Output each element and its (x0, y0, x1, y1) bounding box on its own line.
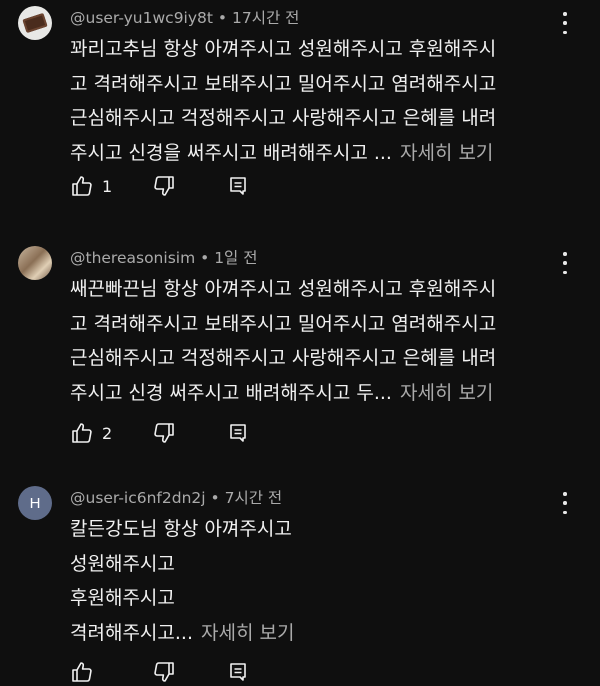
comment-line: 칼든강도님 항상 아껴주시고 (70, 518, 292, 540)
comment-meta: @user-ic6nf2dn2j • 7시간 전 (70, 486, 282, 508)
dislike-icon (154, 176, 174, 196)
comment-actions: 1 (70, 174, 270, 198)
read-more-link[interactable]: 자세히 보기 (400, 142, 493, 164)
comment-text: 쌔끈빠끈님 항상 아껴주시고 성원해주시고 후원해주시 고 격려해주시고 보태주… (70, 272, 565, 410)
reply-button[interactable] (226, 421, 250, 445)
read-more-link[interactable]: 자세히 보기 (201, 622, 294, 644)
dislike-icon (154, 423, 174, 443)
comment-line: 근심해주시고 걱정해주시고 사랑해주시고 은혜를 내려 (70, 347, 497, 369)
comment-line-text: 주시고 신경을 써주시고 배려해주시고 ... (70, 141, 392, 164)
dislike-button[interactable] (152, 421, 176, 445)
avatar[interactable]: H (18, 486, 52, 520)
author-handle[interactable]: @thereasonisim (70, 249, 195, 267)
comment-time[interactable]: 7시간 전 (225, 489, 283, 507)
comment-line: 고 격려해주시고 보태주시고 밀어주시고 염려해주시고 (70, 72, 497, 95)
comment-line: 고 격려해주시고 보태주시고 밀어주시고 염려해주시고 (70, 312, 497, 335)
avatar-letter: H (29, 494, 41, 512)
comment-line-text: 주시고 신경 써주시고 배려해주시고 두... (70, 381, 392, 404)
meta-separator: • (195, 249, 215, 267)
comment-actions: 2 (70, 421, 270, 445)
comment-line-last: 주시고 신경을 써주시고 배려해주시고 ... 자세히 보기 (70, 136, 565, 171)
comment-text: 칼든강도님 항상 아껴주시고 성원해주시고 후원해주시고 격려해주시고... 자세… (70, 512, 565, 650)
like-button[interactable]: 2 (70, 421, 112, 445)
dislike-icon (154, 662, 174, 682)
reply-button[interactable] (226, 660, 250, 684)
like-count: 1 (102, 176, 113, 196)
comment-line-last: 주시고 신경 써주시고 배려해주시고 두... 자세히 보기 (70, 376, 565, 411)
meta-separator: • (212, 9, 232, 27)
reply-icon (230, 424, 246, 442)
comment-line-text: 격려해주시고... (70, 621, 193, 644)
comment-actions (70, 660, 270, 684)
like-button[interactable]: 1 (70, 174, 112, 198)
like-icon (72, 423, 92, 443)
avatar[interactable] (18, 6, 52, 40)
more-vert-icon[interactable] (558, 492, 572, 514)
reply-icon (230, 663, 246, 681)
read-more-link[interactable]: 자세히 보기 (400, 382, 493, 404)
comment-thread: @thereasonisim • 1일 전 쌔끈빠끈님 항상 아껴주시고 성원해… (0, 246, 600, 446)
avatar[interactable] (18, 246, 52, 280)
comment-line: 쌔끈빠끈님 항상 아껴주시고 성원해주시고 후원해주시 (70, 278, 497, 300)
like-count: 2 (102, 423, 113, 443)
comment-line: 꽈리고추님 항상 아껴주시고 성원해주시고 후원해주시 (70, 38, 497, 60)
dislike-button[interactable] (152, 174, 176, 198)
like-icon (72, 176, 92, 196)
like-button[interactable] (70, 660, 102, 684)
comment-line: 후원해주시고 (70, 587, 175, 609)
comment-line: 성원해주시고 (70, 552, 175, 575)
reply-icon (230, 177, 246, 195)
comment-meta: @thereasonisim • 1일 전 (70, 246, 258, 268)
reply-button[interactable] (226, 174, 250, 198)
comment-line-last: 격려해주시고... 자세히 보기 (70, 616, 565, 651)
comment-meta: @user-yu1wc9iy8t • 17시간 전 (70, 6, 299, 28)
chocolate-avatar-icon (22, 12, 48, 34)
dislike-button[interactable] (152, 660, 176, 684)
comment-time[interactable]: 1일 전 (214, 249, 257, 267)
more-vert-icon[interactable] (558, 12, 572, 34)
author-handle[interactable]: @user-yu1wc9iy8t (70, 9, 213, 27)
comment-line: 근심해주시고 걱정해주시고 사랑해주시고 은혜를 내려 (70, 107, 497, 129)
comment-text: 꽈리고추님 항상 아껴주시고 성원해주시고 후원해주시 고 격려해주시고 보태주… (70, 32, 565, 170)
more-vert-icon[interactable] (558, 252, 572, 274)
meta-separator: • (205, 489, 225, 507)
like-icon (72, 662, 92, 682)
comment-time[interactable]: 17시간 전 (232, 9, 299, 27)
comment-thread: H @user-ic6nf2dn2j • 7시간 전 칼든강도님 항상 아껴주시… (0, 486, 600, 686)
author-handle[interactable]: @user-ic6nf2dn2j (70, 489, 206, 507)
